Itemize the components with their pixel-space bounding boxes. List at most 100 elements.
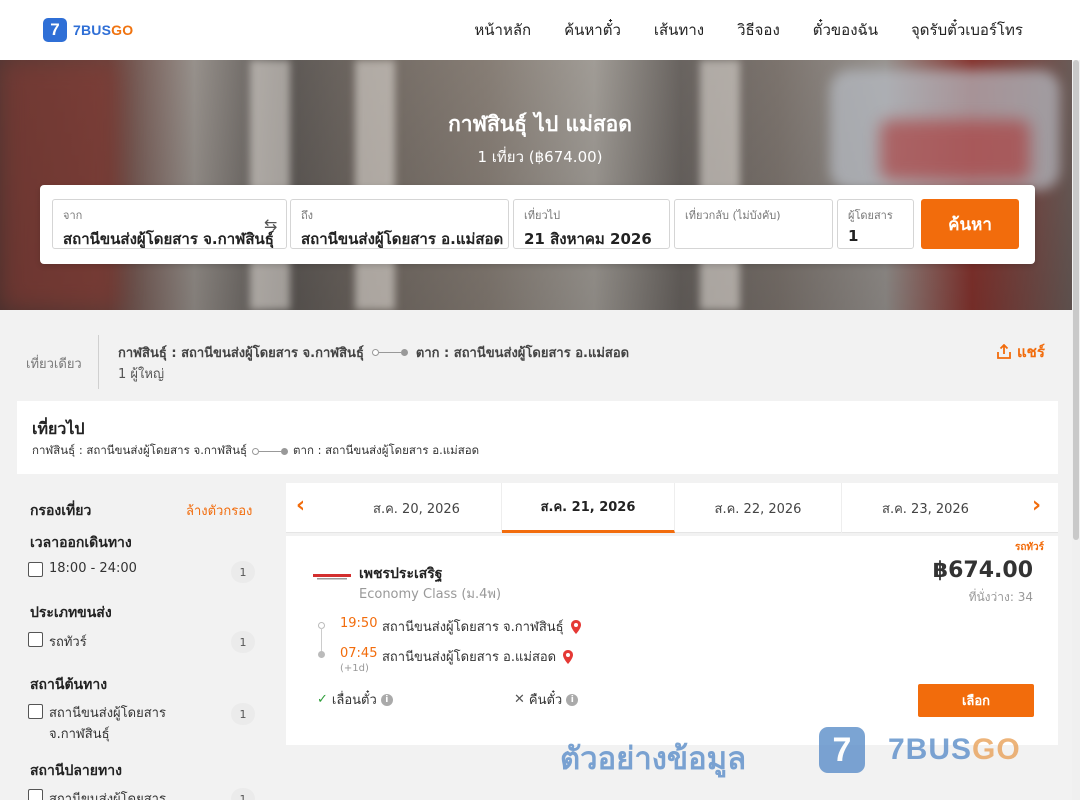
bus-class: Economy Class (ม.4พ) xyxy=(359,587,502,602)
scrollbar[interactable] xyxy=(1072,0,1080,800)
nav-routes[interactable]: เส้นทาง xyxy=(654,18,704,42)
filter-origin-heading: สถานีต้นทาง xyxy=(30,677,108,693)
date-tab[interactable]: ส.ค. 23, 2026 xyxy=(842,483,1009,533)
route-connector-icon xyxy=(371,349,408,356)
date-selector: ‹ ส.ค. 20, 2026 ส.ค. 21, 2026 ส.ค. 22, 2… xyxy=(286,483,1058,533)
depart-date-field[interactable]: เที่ยวไป 21 สิงหาคม 2026 xyxy=(513,199,670,249)
watermark-logo-icon: 7 xyxy=(819,727,865,773)
filter-option-label: 18:00 - 24:00 xyxy=(49,561,137,576)
top-navbar: 7 7BUSGO หน้าหลัก ค้นหาตั๋ว เส้นทาง วิธี… xyxy=(0,0,1080,60)
filter-title: กรองเที่ยว xyxy=(30,503,92,519)
scrollbar-thumb[interactable] xyxy=(1073,60,1079,540)
depart-station: สถานีขนส่งผู้โดยสาร จ.กาฬสินธุ์ xyxy=(382,616,582,637)
select-button[interactable]: เลือก xyxy=(918,684,1034,717)
summary-passengers: 1 ผู้ใหญ่ xyxy=(118,367,165,382)
filter-option-label: สถานีขนส่งผู้โดยสาร จ.กาฬสินธุ์ xyxy=(49,706,166,742)
watermark-brand: 7BUSGO xyxy=(888,733,1021,766)
passenger-field[interactable]: ผู้โดยสาร 1 xyxy=(837,199,914,249)
next-day-indicator: (+1d) xyxy=(340,663,369,674)
map-pin-icon[interactable] xyxy=(570,619,582,635)
filter-option-time[interactable]: 18:00 - 24:00 xyxy=(28,561,137,577)
clear-filters-link[interactable]: ล้างตัวกรอง xyxy=(186,500,252,521)
to-label: ถึง xyxy=(301,209,314,222)
policy-refund[interactable]: ✕ คืนตั๋ว i xyxy=(514,689,579,710)
depart-time: 19:50 xyxy=(340,616,378,631)
depart-station-label: สถานีขนส่งผู้โดยสาร จ.กาฬสินธุ์ xyxy=(382,620,564,635)
nav-how-to-book[interactable]: วิธีจอง xyxy=(737,18,780,42)
hero-title: กาฬสินธุ์ ไป แม่สอด xyxy=(448,112,632,136)
nav-home[interactable]: หน้าหลัก xyxy=(474,18,531,42)
next-date-arrow-icon[interactable]: › xyxy=(1032,493,1041,518)
filter-count-badge: 1 xyxy=(231,788,255,800)
map-pin-icon[interactable] xyxy=(562,649,574,665)
from-field[interactable]: จาก สถานีขนส่งผู้โดยสาร จ.กาฬสินธุ์ xyxy=(52,199,287,249)
search-box: จาก สถานีขนส่งผู้โดยสาร จ.กาฬสินธุ์ ⇆ ถึ… xyxy=(40,185,1035,264)
depart-label: เที่ยวไป xyxy=(524,209,561,222)
filter-panel: กรองเที่ยว ล้างตัวกรอง เวลาออกเดินทาง 18… xyxy=(17,484,275,800)
trip-result-card: รถทัวร์ เพชรประเสริฐ Economy Class (ม.4พ… xyxy=(286,536,1058,745)
summary-to: ตาก : สถานีขนส่งผู้โดยสาร อ.แม่สอด xyxy=(415,346,630,361)
filter-count-badge: 1 xyxy=(231,703,255,725)
date-tab[interactable]: ส.ค. 22, 2026 xyxy=(675,483,842,533)
filter-departure-time-heading: เวลาออกเดินทาง xyxy=(30,535,132,551)
filter-transport-heading: ประเภทขนส่ง xyxy=(30,605,112,621)
checkbox[interactable] xyxy=(28,704,43,719)
filter-option-destination[interactable]: สถานีขนส่งผู้โดยสาร xyxy=(28,788,166,800)
trip-type: เที่ยวเดียว xyxy=(26,357,82,372)
checkbox[interactable] xyxy=(28,562,43,577)
divider xyxy=(98,335,99,389)
outbound-to: ตาก : สถานีขนส่งผู้โดยสาร อ.แม่สอด xyxy=(293,443,480,457)
filter-option-label: สถานีขนส่งผู้โดยสาร xyxy=(49,792,166,800)
filter-option-tour-bus[interactable]: รถทัวร์ xyxy=(28,631,87,652)
filter-option-origin[interactable]: สถานีขนส่งผู้โดยสาร จ.กาฬสินธุ์ xyxy=(28,703,166,745)
passenger-value: 1 xyxy=(848,227,859,245)
passenger-label: ผู้โดยสาร xyxy=(848,209,893,222)
logo-text: 7BUSGO xyxy=(73,22,134,38)
to-value: สถานีขนส่งผู้โดยสาร อ.แม่สอด xyxy=(301,230,504,248)
arrive-time: 07:45 xyxy=(340,646,378,661)
date-tab[interactable]: ส.ค. 20, 2026 xyxy=(332,483,502,533)
site-logo[interactable]: 7 7BUSGO xyxy=(43,18,133,42)
policy-change[interactable]: ✓ เลื่อนตั๋ว i xyxy=(317,689,393,710)
info-icon[interactable]: i xyxy=(566,693,579,706)
share-label: แชร์ xyxy=(1017,343,1045,361)
filter-option-label: รถทัวร์ xyxy=(49,635,87,650)
operator-name: เพชรประเสริฐ xyxy=(359,566,443,582)
outbound-title: เที่ยวไป xyxy=(32,419,85,438)
search-button[interactable]: ค้นหา xyxy=(921,199,1019,249)
hero-subtitle: 1 เที่ยว (฿674.00) xyxy=(477,148,603,166)
from-label: จาก xyxy=(63,209,83,222)
share-button[interactable]: แชร์ xyxy=(996,340,1045,364)
trip-price: ฿674.00 xyxy=(932,558,1033,583)
filter-count-badge: 1 xyxy=(231,561,255,583)
swap-icon[interactable]: ⇆ xyxy=(264,215,277,234)
seats-available: ที่นั่งว่าง: 34 xyxy=(968,590,1033,604)
depart-value: 21 สิงหาคม 2026 xyxy=(524,230,652,248)
checkbox[interactable] xyxy=(28,632,43,647)
nav-menu: หน้าหลัก ค้นหาตั๋ว เส้นทาง วิธีจอง ตั๋วข… xyxy=(474,0,1023,60)
outbound-section: เที่ยวไป กาฬสินธุ์ : สถานีขนส่งผู้โดยสาร… xyxy=(17,401,1058,474)
prev-date-arrow-icon[interactable]: ‹ xyxy=(296,493,305,518)
return-date-field[interactable]: เที่ยวกลับ (ไม่บังคับ) xyxy=(674,199,833,249)
cross-icon: ✕ xyxy=(514,692,525,707)
summary-route: กาฬสินธุ์ : สถานีขนส่งผู้โดยสาร จ.กาฬสิน… xyxy=(118,342,629,363)
info-icon[interactable]: i xyxy=(380,693,393,706)
summary-from: กาฬสินธุ์ : สถานีขนส่งผู้โดยสาร จ.กาฬสิน… xyxy=(118,346,364,361)
trip-summary: เที่ยวเดียว กาฬสินธุ์ : สถานีขนส่งผู้โดย… xyxy=(0,330,1080,390)
date-tab-active[interactable]: ส.ค. 21, 2026 xyxy=(502,483,675,533)
bus-type-badge: รถทัวร์ xyxy=(1014,542,1044,553)
nav-ticket-pickup[interactable]: จุดรับตั๋วเบอร์โทร xyxy=(911,18,1023,42)
check-icon: ✓ xyxy=(317,692,328,707)
return-label: เที่ยวกลับ (ไม่บังคับ) xyxy=(685,209,781,222)
checkbox[interactable] xyxy=(28,789,43,800)
arrive-station-label: สถานีขนส่งผู้โดยสาร อ.แม่สอด xyxy=(382,650,557,665)
outbound-route: กาฬสินธุ์ : สถานีขนส่งผู้โดยสาร จ.กาฬสิน… xyxy=(32,442,479,460)
outbound-from: กาฬสินธุ์ : สถานีขนส่งผู้โดยสาร จ.กาฬสิน… xyxy=(32,443,248,457)
share-icon xyxy=(997,344,1011,359)
nav-search-tickets[interactable]: ค้นหาตั๋ว xyxy=(564,18,621,42)
operator-logo xyxy=(313,574,351,580)
filter-count-badge: 1 xyxy=(231,631,255,653)
filter-destination-heading: สถานีปลายทาง xyxy=(30,763,122,779)
to-field[interactable]: ถึง สถานีขนส่งผู้โดยสาร อ.แม่สอด xyxy=(290,199,509,249)
nav-my-tickets[interactable]: ตั๋วของฉัน xyxy=(813,18,878,42)
